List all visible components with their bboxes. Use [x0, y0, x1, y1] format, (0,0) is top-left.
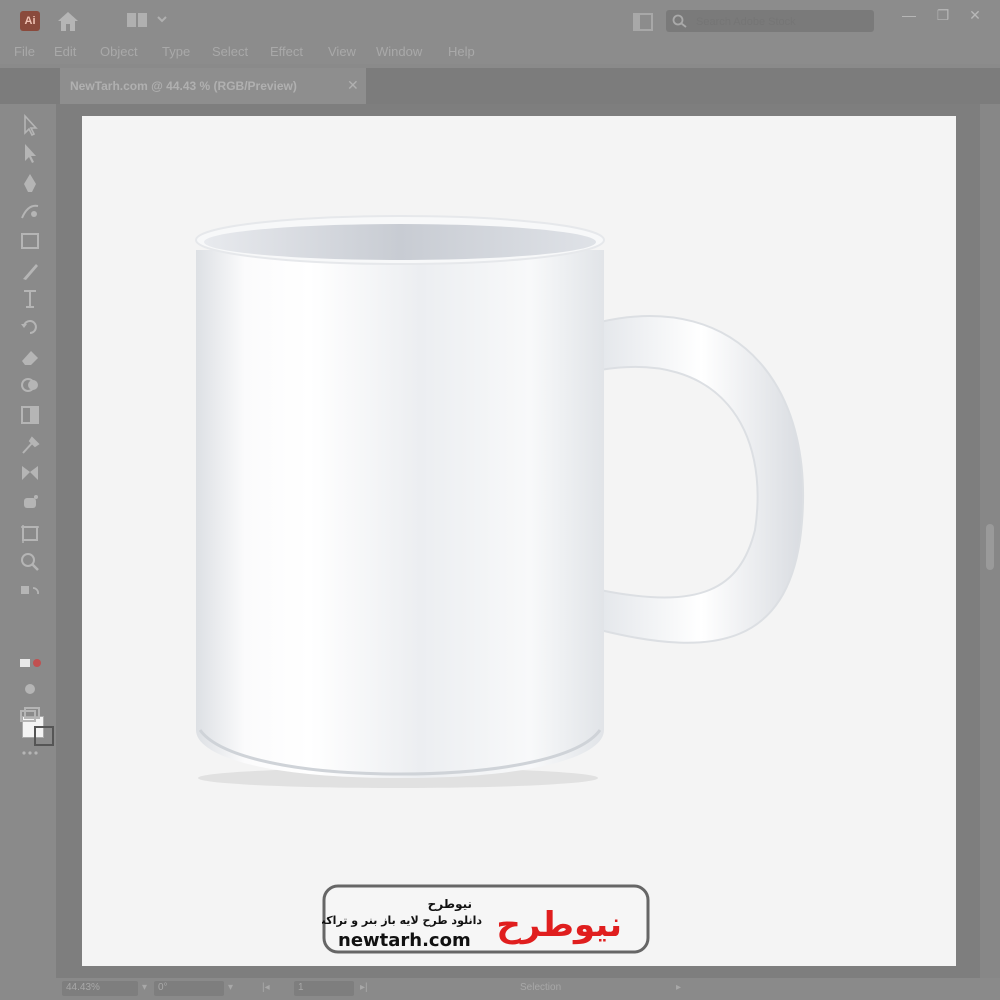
app-title-bar: Ai — ❐ ✕	[0, 0, 1000, 42]
screen-mode-icon[interactable]	[18, 704, 42, 726]
menu-view[interactable]: View	[328, 44, 356, 59]
rotation-value: 0°	[158, 982, 168, 993]
document-tab-label: NewTarh.com @ 44.43 % (RGB/Preview)	[70, 79, 297, 93]
menu-window[interactable]: Window	[376, 44, 422, 59]
blend-tool-icon[interactable]	[18, 462, 42, 484]
home-icon[interactable]	[56, 10, 80, 32]
menu-bar: File Edit Object Type Select Effect View…	[0, 42, 1000, 64]
close-icon[interactable]: ✕	[347, 77, 359, 94]
document-tab[interactable]: NewTarh.com @ 44.43 % (RGB/Preview) ✕	[60, 68, 366, 104]
direct-selection-tool-icon[interactable]	[18, 142, 42, 164]
first-artboard-icon[interactable]: |◂	[262, 982, 270, 993]
zoom-level: 44.43%	[66, 982, 100, 993]
search-icon	[672, 14, 687, 28]
search-input[interactable]	[694, 13, 868, 31]
rotation-dropdown-icon[interactable]: ▾	[228, 982, 233, 993]
watermark-url: newtarh.com	[338, 930, 471, 951]
curvature-tool-icon[interactable]	[18, 200, 42, 222]
workspace-layout-icon[interactable]	[126, 12, 148, 28]
color-mode-icon[interactable]	[18, 652, 42, 674]
minimize-button[interactable]: —	[896, 6, 922, 24]
menu-effect[interactable]: Effect	[270, 44, 303, 59]
scrollbar-thumb[interactable]	[986, 524, 994, 570]
close-window-button[interactable]: ✕	[962, 6, 988, 24]
zoom-dropdown-icon[interactable]: ▾	[142, 982, 147, 993]
menu-file[interactable]: File	[14, 44, 35, 59]
document-tab-bar: NewTarh.com @ 44.43 % (RGB/Preview) ✕	[0, 68, 1000, 104]
tools-panel	[8, 104, 54, 980]
menu-type[interactable]: Type	[162, 44, 190, 59]
pen-tool-icon[interactable]	[18, 172, 42, 194]
shape-builder-tool-icon[interactable]	[18, 374, 42, 396]
illustrator-logo: Ai	[20, 11, 40, 31]
next-artboard-icon[interactable]: ▸|	[360, 982, 368, 993]
zoom-tool-icon[interactable]	[18, 550, 42, 572]
mug-illustration[interactable]	[180, 210, 820, 800]
artboard-number: 1	[298, 982, 304, 993]
menu-edit[interactable]: Edit	[54, 44, 76, 59]
more-tools-icon[interactable]	[18, 742, 42, 764]
status-bar: 44.43% ▾ 0° ▾ |◂ 1 ▸| Selection ▸	[0, 978, 1000, 1000]
watermark-tagline: دانلود طرح لایه باز بنر و تراکت	[322, 914, 482, 927]
gradient-tool-icon[interactable]	[18, 404, 42, 426]
artboard-tool-icon[interactable]	[18, 522, 42, 544]
watermark-title: نیوطرح	[428, 897, 472, 912]
menu-object[interactable]: Object	[100, 44, 138, 59]
type-tool-icon[interactable]	[18, 288, 42, 310]
arrange-documents-icon[interactable]	[632, 12, 654, 32]
menu-select[interactable]: Select	[212, 44, 248, 59]
newtarh-watermark: نیوطرح نیوطرح دانلود طرح لایه باز بنر و …	[322, 884, 650, 954]
rotate-tool-icon[interactable]	[18, 316, 42, 338]
search-stock-field[interactable]	[666, 10, 874, 32]
eraser-tool-icon[interactable]	[18, 346, 42, 368]
menu-help[interactable]: Help	[448, 44, 475, 59]
paintbrush-tool-icon[interactable]	[18, 260, 42, 282]
watermark-brand: نیوطرح	[496, 905, 622, 945]
status-menu-icon[interactable]: ▸	[676, 982, 681, 993]
rectangle-tool-icon[interactable]	[18, 230, 42, 252]
draw-mode-icon[interactable]	[18, 678, 42, 700]
chevron-down-icon[interactable]	[156, 12, 168, 26]
swap-fill-stroke-icon[interactable]	[18, 582, 42, 604]
symbol-sprayer-tool-icon[interactable]	[18, 492, 42, 514]
vertical-scrollbar[interactable]	[980, 104, 1000, 978]
maximize-button[interactable]: ❐	[930, 6, 956, 24]
current-tool-name: Selection	[520, 982, 562, 993]
eyedropper-tool-icon[interactable]	[18, 434, 42, 456]
selection-tool-icon[interactable]	[18, 113, 42, 137]
